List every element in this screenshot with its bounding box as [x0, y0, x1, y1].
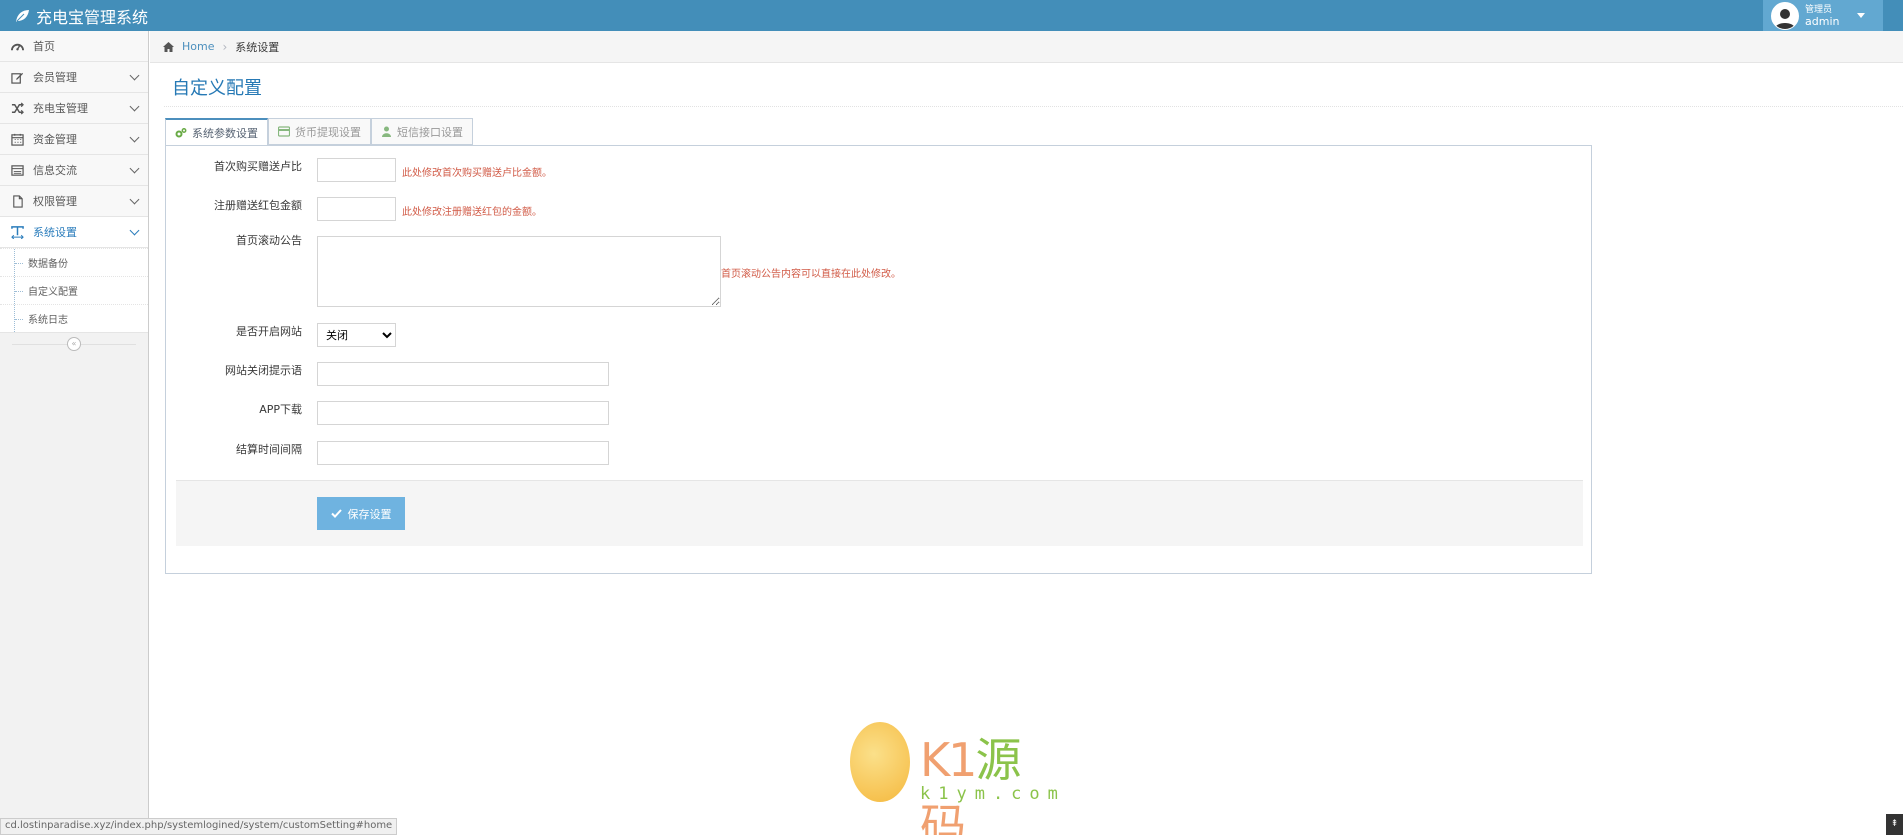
text-width-icon — [10, 225, 24, 239]
list-alt-icon — [10, 163, 24, 177]
submenu: 数据备份 自定义配置 系统日志 — [0, 248, 148, 333]
tab-label: 短信接口设置 — [397, 125, 463, 139]
tab-content: 首次购买赠送卢比 此处修改首次购买赠送卢比金额。 注册赠送红包金额 此处修改注册… — [165, 145, 1592, 574]
app-download-input[interactable] — [317, 401, 609, 425]
home-icon — [163, 41, 174, 52]
site-closed-message-label: 网站关闭提示语 — [225, 364, 302, 377]
divider — [164, 106, 1903, 107]
user-name: admin — [1805, 14, 1840, 28]
register-bonus-hint: 此处修改注册赠送红包的金额。 — [402, 207, 542, 218]
sidebar-item-funds[interactable]: 资金管理 — [0, 124, 148, 155]
cogs-icon — [175, 127, 187, 137]
tab-system-params[interactable]: 系统参数设置 — [165, 118, 268, 146]
breadcrumb-home-link[interactable]: Home — [182, 40, 214, 53]
watermark-url: k1ym.com — [920, 784, 1066, 804]
user-icon — [382, 126, 391, 137]
sidebar: 首页 会员管理 充电宝管理 资金管理 信息交流 权限管理 系统设置 数据备份 自… — [0, 31, 149, 835]
register-bonus-label: 注册赠送红包金额 — [214, 199, 302, 212]
check-icon — [330, 509, 342, 518]
sidebar-item-permissions[interactable]: 权限管理 — [0, 186, 148, 217]
sidebar-item-label: 权限管理 — [33, 195, 77, 208]
site-closed-message-input[interactable] — [317, 362, 609, 386]
chevron-down-icon — [129, 194, 140, 205]
sidebar-collapse-bar: « — [0, 333, 148, 355]
submenu-item-custom-config[interactable]: 自定义配置 — [0, 276, 148, 304]
brand[interactable]: 充电宝管理系统 — [14, 4, 148, 28]
sidebar-item-label: 信息交流 — [33, 164, 77, 177]
settle-interval-label: 结算时间间隔 — [236, 443, 302, 456]
sidebar-item-home[interactable]: 首页 — [0, 31, 148, 62]
calendar-icon — [10, 132, 24, 146]
notice-hint: 首页滚动公告内容可以直接在此处修改。 — [721, 269, 901, 280]
app-title: 充电宝管理系统 — [36, 8, 149, 27]
page-title: 自定义配置 — [172, 78, 262, 99]
watermark-text: K1源码 — [920, 733, 1021, 835]
top-navbar: 充电宝管理系统 管理员 admin — [0, 0, 1903, 31]
form-actions: 保存设置 — [176, 480, 1583, 546]
user-menu[interactable]: 管理员 admin — [1763, 0, 1883, 31]
chevron-down-icon — [129, 132, 140, 143]
chevron-right-icon: › — [222, 39, 228, 54]
register-bonus-input[interactable] — [317, 197, 396, 221]
sidebar-item-label: 系统设置 — [33, 226, 77, 239]
settle-interval-input[interactable] — [317, 441, 609, 465]
chevron-down-icon — [129, 225, 140, 236]
sidebar-item-label: 会员管理 — [33, 71, 77, 84]
save-button-label: 保存设置 — [347, 507, 392, 521]
first-buy-input[interactable] — [317, 158, 396, 182]
status-bar-url: cd.lostinparadise.xyz/index.php/systemlo… — [0, 818, 398, 835]
double-angle-left-icon[interactable]: « — [67, 337, 81, 351]
watermark-logo: K1源码 k1ym.com — [850, 722, 1058, 835]
caret-down-icon — [1857, 13, 1866, 18]
chevron-down-icon — [129, 70, 140, 81]
breadcrumb-current: 系统设置 — [235, 40, 280, 54]
notice-label: 首页滚动公告 — [236, 234, 302, 247]
shuffle-icon — [10, 101, 24, 115]
submenu-item-system-log[interactable]: 系统日志 — [0, 304, 148, 332]
tab-currency-withdraw[interactable]: 货币提现设置 — [268, 118, 371, 145]
sidebar-item-members[interactable]: 会员管理 — [0, 62, 148, 93]
credit-card-icon — [278, 126, 290, 137]
first-buy-label: 首次购买赠送卢比 — [214, 160, 302, 173]
tab-label: 系统参数设置 — [192, 126, 258, 140]
chevron-down-icon — [129, 101, 140, 112]
dashboard-icon — [10, 39, 24, 53]
file-icon — [10, 194, 24, 208]
tab-sms-interface[interactable]: 短信接口设置 — [371, 118, 473, 145]
submenu-item-backup[interactable]: 数据备份 — [0, 248, 148, 276]
avatar — [1771, 1, 1799, 30]
sidebar-item-label: 首页 — [33, 40, 55, 53]
save-button[interactable]: 保存设置 — [317, 497, 405, 530]
leaf-icon — [16, 10, 29, 22]
sidebar-item-system-settings[interactable]: 系统设置 — [0, 217, 148, 248]
sidebar-item-label: 资金管理 — [33, 133, 77, 146]
tab-bar: 系统参数设置 货币提现设置 短信接口设置 — [165, 118, 473, 146]
first-buy-hint: 此处修改首次购买赠送卢比金额。 — [402, 168, 552, 179]
app-download-label: APP下载 — [259, 403, 302, 416]
sidebar-item-powerbank[interactable]: 充电宝管理 — [0, 93, 148, 124]
sidebar-item-label: 充电宝管理 — [33, 102, 88, 115]
scroll-to-top-button[interactable]: ⇞ — [1886, 814, 1903, 835]
tab-label: 货币提现设置 — [295, 125, 361, 139]
notice-textarea[interactable] — [317, 236, 721, 307]
watermark-emblem — [850, 722, 910, 802]
chevron-down-icon — [129, 163, 140, 174]
site-open-select[interactable]: 关闭 — [317, 323, 396, 347]
sidebar-item-messages[interactable]: 信息交流 — [0, 155, 148, 186]
site-open-label: 是否开启网站 — [236, 325, 302, 338]
edit-icon — [10, 70, 24, 84]
breadcrumb: Home › 系统设置 — [150, 31, 1903, 63]
user-role: 管理员 — [1805, 4, 1833, 15]
